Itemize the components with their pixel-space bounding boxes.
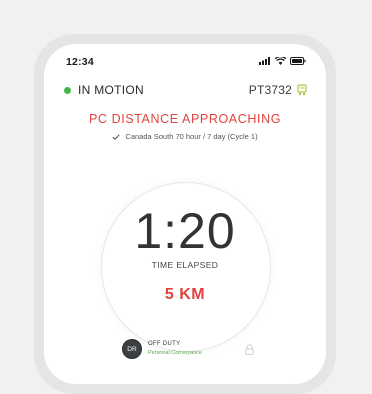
duty-status-selector[interactable]: DR OFF DUTY Personal Conveyance bbox=[122, 336, 254, 362]
vehicle-id: PT3732 bbox=[248, 83, 292, 97]
status-time: 12:34 bbox=[66, 56, 94, 68]
app-screen: 12:34 IN MOTION PT3732 PC DISTANCE APPRO… bbox=[44, 44, 326, 384]
check-icon bbox=[112, 133, 120, 140]
cycle-rule: Canada South 70 hour / 7 day (Cycle 1) bbox=[44, 132, 326, 141]
system-icons bbox=[259, 57, 306, 65]
truck-icon bbox=[297, 84, 307, 96]
duty-substatus-label: Personal Conveyance bbox=[148, 350, 202, 356]
elapsed-time-label: TIME ELAPSED bbox=[151, 260, 219, 270]
distance-value: 5 KM bbox=[164, 286, 206, 303]
motion-status-row: IN MOTION PT3732 bbox=[64, 82, 308, 98]
vehicle-selector[interactable]: PT3732 bbox=[249, 83, 308, 97]
motion-status-label: IN MOTION bbox=[78, 83, 145, 97]
duty-text: OFF DUTY Personal Conveyance bbox=[148, 340, 202, 358]
wifi-icon bbox=[275, 57, 286, 65]
battery-icon bbox=[290, 57, 306, 65]
elapsed-time-value: 1:20 bbox=[134, 203, 236, 259]
signal-icon bbox=[259, 57, 270, 65]
lock-icon[interactable] bbox=[245, 343, 254, 355]
duty-status-label: OFF DUTY bbox=[148, 341, 181, 347]
driver-avatar: DR bbox=[122, 339, 142, 359]
motion-status-dot bbox=[64, 86, 71, 94]
pc-distance-alert: PC DISTANCE APPROACHING bbox=[88, 112, 282, 126]
status-bar: 12:34 bbox=[44, 56, 326, 70]
cycle-rule-text: Canada South 70 hour / 7 day (Cycle 1) bbox=[125, 132, 258, 141]
